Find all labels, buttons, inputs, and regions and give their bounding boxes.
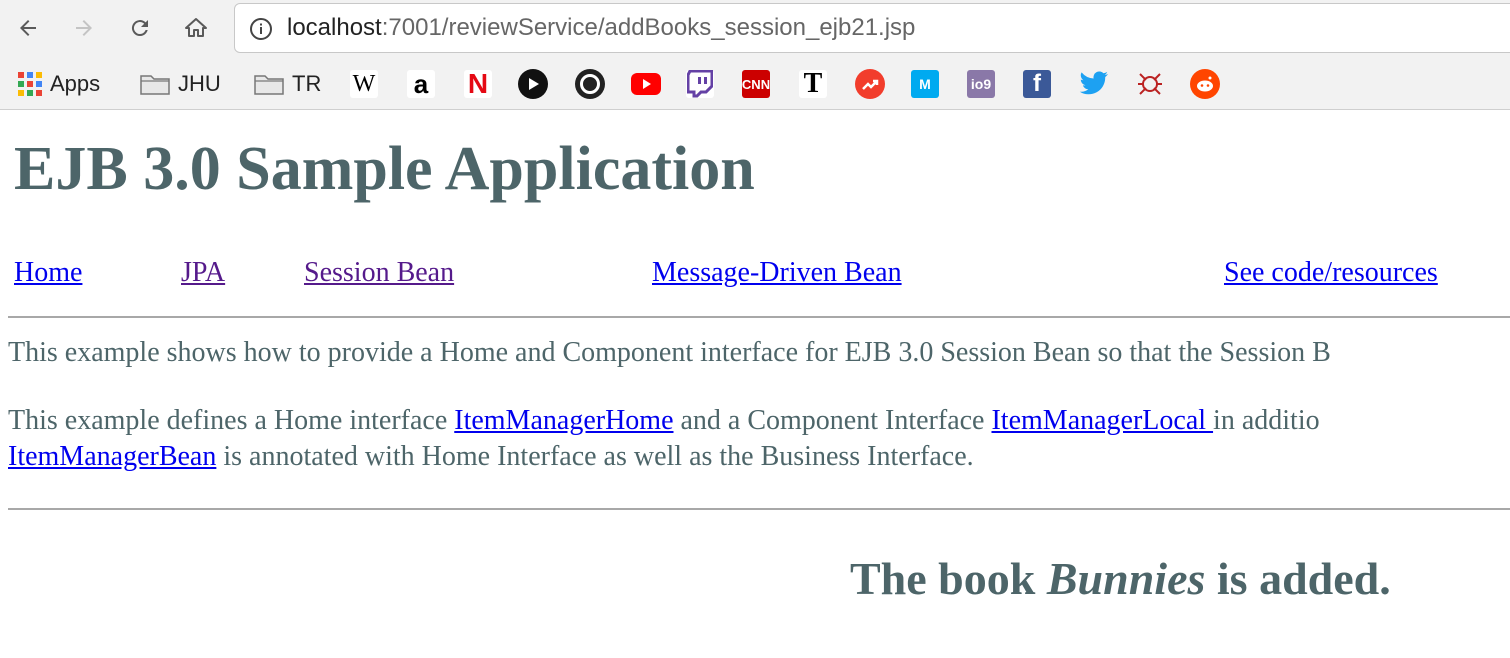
play-icon [518,69,548,99]
interface-text-4: is annotated with Home Interface as well… [216,441,974,472]
divider [8,316,1510,318]
nytimes-icon: T [799,68,827,99]
bookmark-jhu[interactable]: JHU [140,69,221,99]
interface-paragraph-line1: This example defines a Home interface It… [8,403,1320,439]
item-manager-local-link[interactable]: ItemManagerLocal [991,405,1213,436]
trending-icon [855,69,885,99]
home-button[interactable] [178,10,214,46]
nav-link-message-driven-bean[interactable]: Message-Driven Bean [652,256,902,290]
url-text: localhost:7001/reviewService/addBooks_se… [287,14,915,42]
folder-icon [140,75,170,95]
bookmark-reddit[interactable] [1190,69,1220,99]
bookmark-amazon[interactable]: a [407,69,435,99]
book-title: Bunnies [1046,553,1206,604]
twitch-icon [686,70,714,98]
bookmark-apps-label: Apps [50,71,101,96]
twitter-icon [1079,69,1109,99]
bookmark-tr[interactable]: TR [254,69,321,99]
address-bar[interactable]: localhost:7001/reviewService/addBooks_se… [234,3,1510,53]
url-host: localhost [287,14,382,41]
bookmark-io9[interactable]: io9 [967,69,995,99]
nav-link-jpa[interactable]: JPA [181,256,225,290]
bookmark-twitter[interactable] [1079,69,1109,99]
medium-icon: M [911,70,939,98]
result-message: The book Bunnies is added. [850,551,1391,607]
interface-text-2: and a Component Interface [673,405,992,436]
apps-grid-icon [18,72,42,96]
bookmark-jhu-label: JHU [178,71,221,96]
divider [8,508,1510,510]
bookmark-netflix[interactable]: N [464,68,492,99]
forward-button[interactable] [66,10,102,46]
circle-icon [575,69,605,99]
interface-paragraph-line2: ItemManagerBean is annotated with Home I… [8,439,974,475]
nav-link-session-bean[interactable]: Session Bean [304,256,454,290]
amazon-icon: a [407,69,435,99]
interface-text-3: in additio [1213,405,1320,436]
bookmark-bug[interactable] [1135,69,1165,99]
interface-text-1: This example defines a Home interface [8,405,455,436]
item-manager-home-link[interactable]: ItemManagerHome [454,405,673,436]
page-title: EJB 3.0 Sample Application [14,135,755,203]
bookmarks-bar: Apps JHU TR W a N CNN T M io9 f [0,60,1510,110]
back-arrow-icon [20,20,36,36]
bookmark-medium[interactable]: M [911,69,939,99]
reload-icon [131,20,148,37]
item-manager-bean-link[interactable]: ItemManagerBean [8,441,216,472]
info-icon[interactable] [249,17,273,41]
bookmark-play[interactable] [518,69,548,99]
wikipedia-icon: W [350,70,378,98]
bug-icon [1135,69,1165,99]
nav-link-code-resources[interactable]: See code/resources [1224,256,1438,290]
folder-icon [254,75,284,95]
bookmark-cnn[interactable]: CNN [742,69,770,99]
bookmark-apps[interactable]: Apps [18,69,100,99]
browser-toolbar: localhost:7001/reviewService/addBooks_se… [0,0,1510,60]
bookmark-twitch[interactable] [686,69,714,99]
bookmark-nytimes[interactable]: T [799,68,827,99]
reload-button[interactable] [122,10,158,46]
netflix-icon: N [464,68,492,99]
cnn-icon: CNN [742,70,770,98]
bookmark-wikipedia[interactable]: W [350,69,378,99]
facebook-icon: f [1023,70,1051,98]
bookmark-trending[interactable] [855,69,885,99]
bookmark-youtube[interactable] [631,69,661,99]
forward-arrow-icon [76,20,92,36]
reddit-icon [1190,69,1220,99]
bookmark-circle[interactable] [575,69,605,99]
nav-link-home[interactable]: Home [14,256,82,290]
result-prefix: The book [850,553,1047,604]
io9-icon: io9 [967,70,995,98]
bookmark-tr-label: TR [292,71,322,96]
page-content: EJB 3.0 Sample Application Home JPA Sess… [0,111,1510,658]
intro-paragraph: This example shows how to provide a Home… [8,337,1331,368]
result-suffix: is added. [1205,553,1391,604]
home-icon [185,18,207,37]
bookmark-facebook[interactable]: f [1023,69,1051,99]
back-button[interactable] [10,10,46,46]
youtube-icon [631,73,661,95]
url-path: :7001/reviewService/addBooks_session_ejb… [381,14,916,41]
